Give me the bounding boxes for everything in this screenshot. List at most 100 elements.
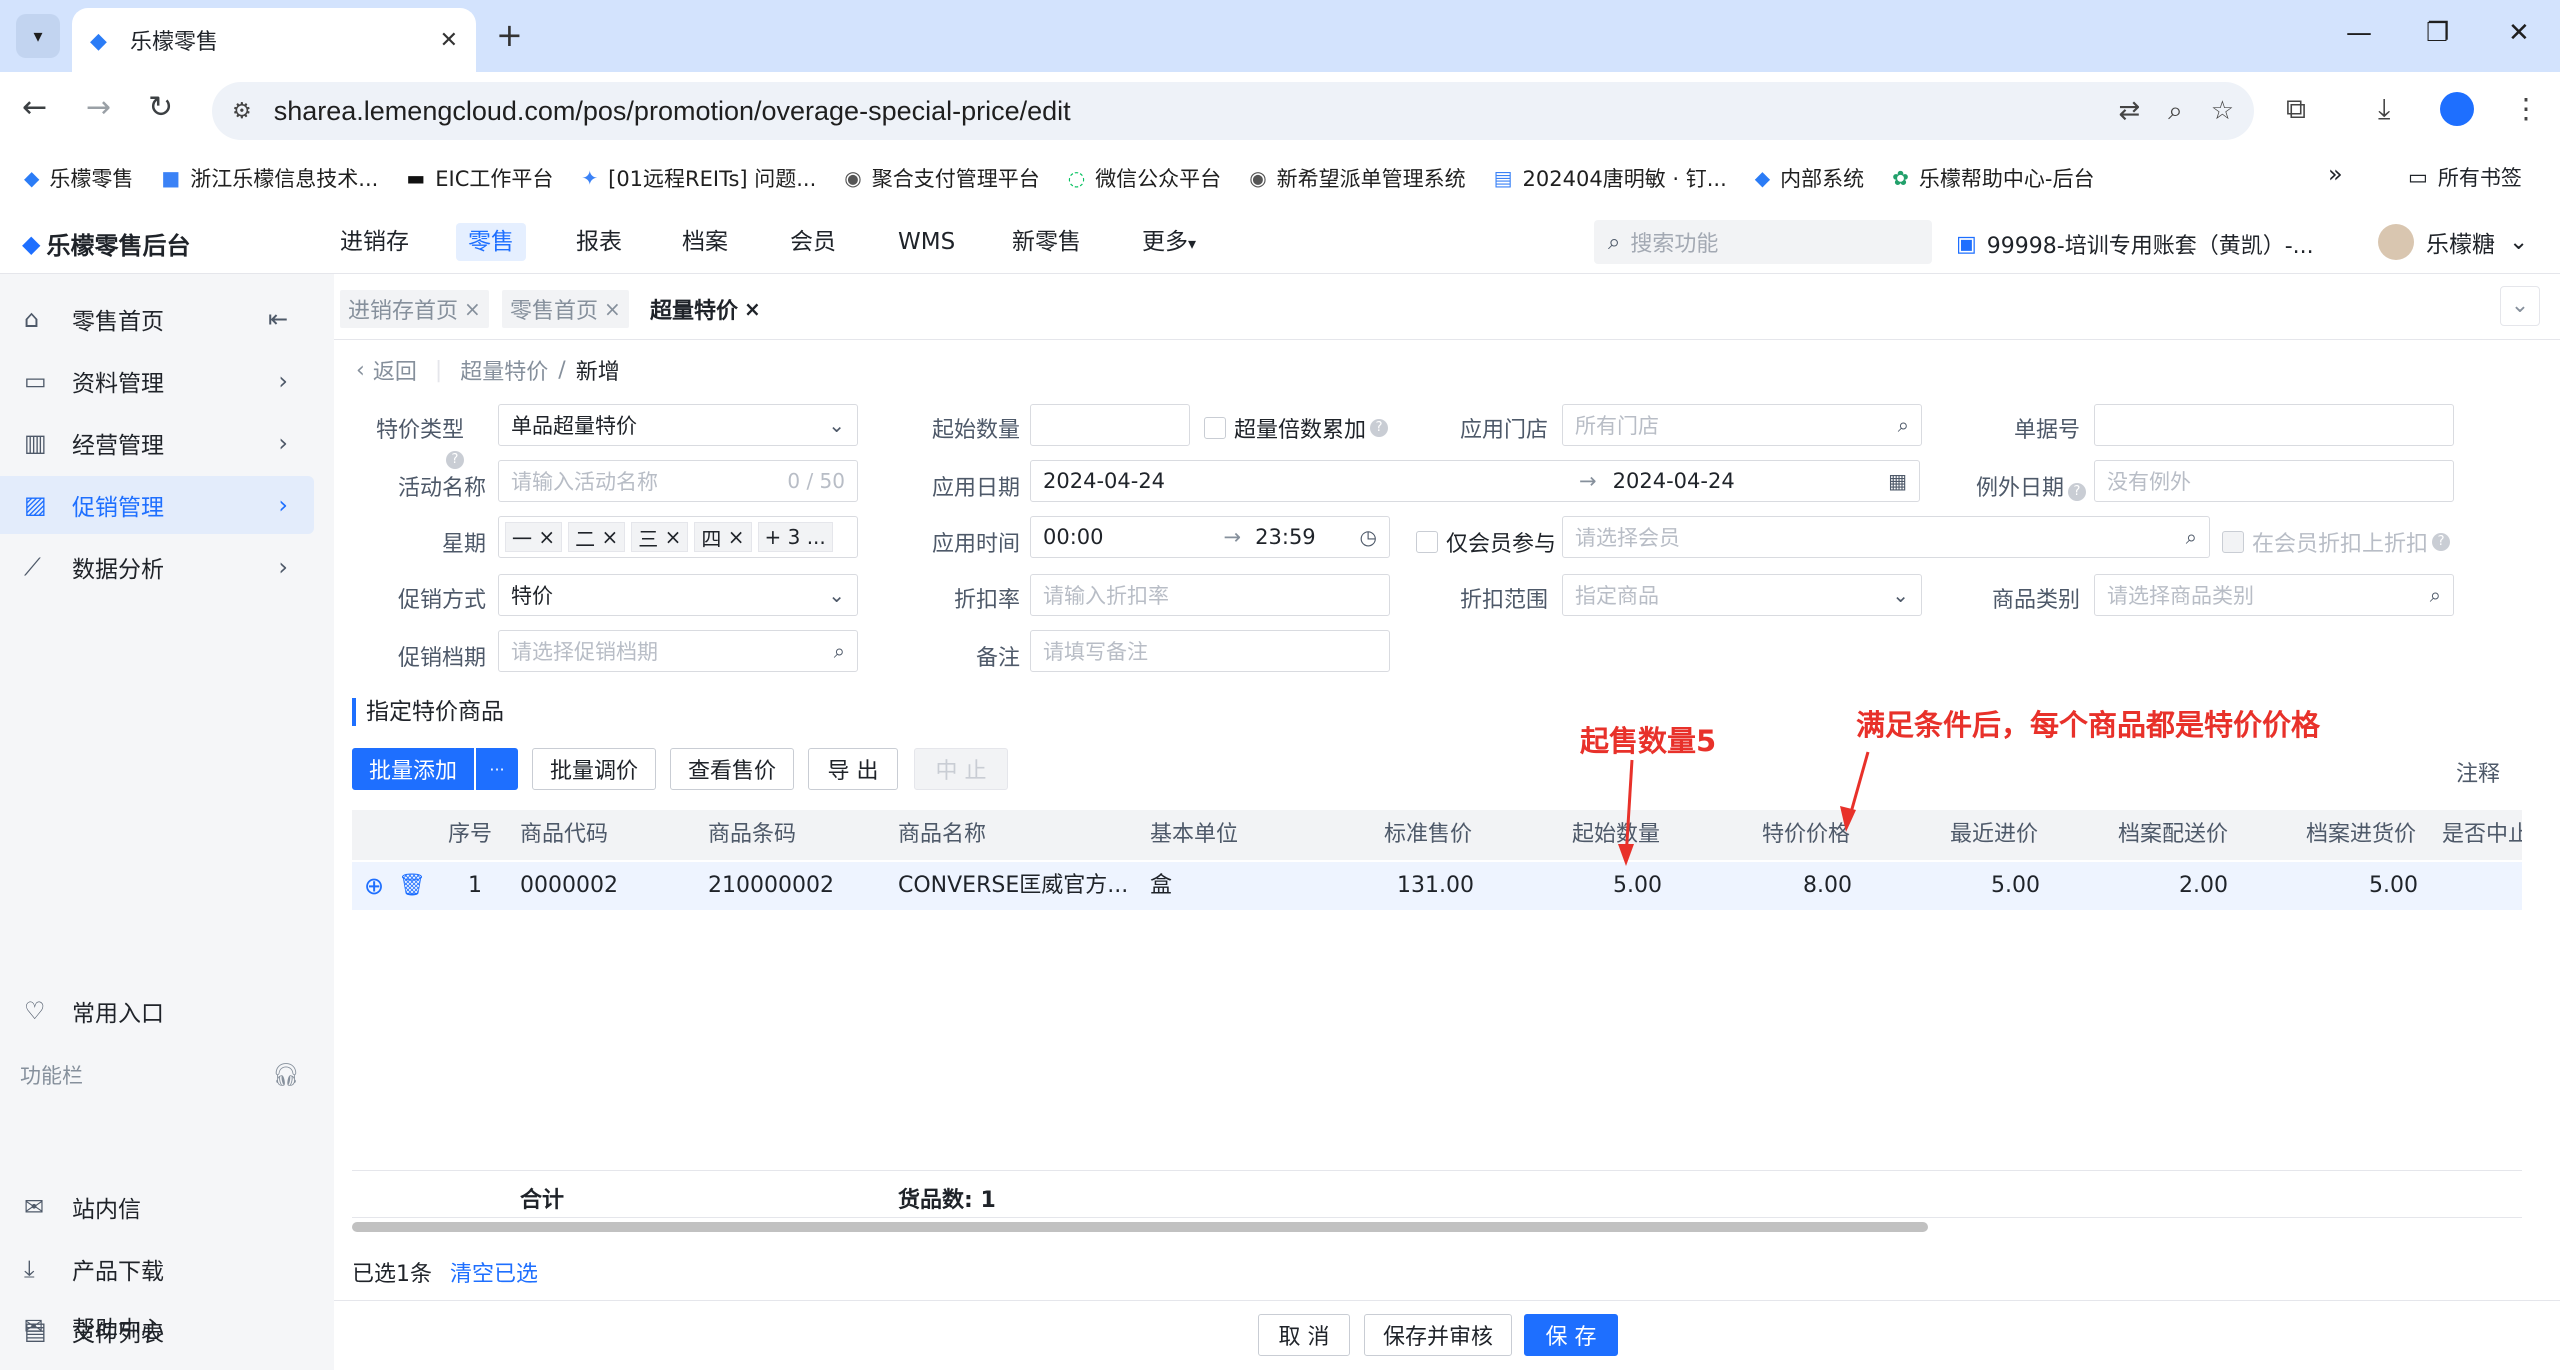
sidebar-item-messages[interactable]: ✉ 站内信 <box>0 1178 314 1236</box>
sidebar-item-data-management[interactable]: ▭ 资料管理 › <box>0 352 314 410</box>
sidebar-item-operation[interactable]: ▥ 经营管理 › <box>0 414 314 472</box>
save-review-button[interactable]: 保存并审核 <box>1364 1314 1512 1356</box>
sidebar-item-analysis[interactable]: ⟋ 数据分析 › <box>0 538 314 596</box>
collapse-icon[interactable]: ⇤ <box>268 305 288 333</box>
bookmark-item[interactable]: ◆ 乐檬零售 <box>24 163 133 193</box>
address-bar[interactable]: ⚙ sharea.lemengcloud.com/pos/promotion/o… <box>212 82 2254 140</box>
nav-more[interactable]: 更多▾ <box>1142 210 1196 274</box>
start-qty-input[interactable] <box>1030 404 1190 446</box>
discount-input[interactable]: 请输入折扣率 <box>1030 574 1390 616</box>
chevron-left-icon[interactable]: ‹ <box>356 358 365 383</box>
stop-button[interactable]: 中 止 <box>914 748 1008 790</box>
bookmark-item[interactable]: ◆ 内部系统 <box>1755 163 1864 193</box>
batch-add-more-button[interactable]: ··· <box>476 748 518 790</box>
sidebar-item-common-entry[interactable]: ♡ 常用入口 <box>0 982 314 1040</box>
download-icon[interactable]: ⤓ <box>2378 92 2390 126</box>
cancel-button[interactable]: 取 消 <box>1258 1314 1350 1356</box>
search-icon[interactable]: ⌕ <box>1898 413 1909 437</box>
close-icon[interactable]: ✕ <box>440 28 458 53</box>
translate-icon[interactable]: ⇄ <box>2118 96 2140 126</box>
bookmark-item[interactable]: ◉ 聚合支付管理平台 <box>844 163 1039 193</box>
add-row-icon[interactable]: ⊕ <box>364 862 384 910</box>
week-select[interactable]: 一 × 二 × 三 × 四 × + 3 ... <box>498 516 858 558</box>
calendar-icon[interactable]: ▦ <box>1888 469 1907 493</box>
period-input[interactable]: 请选择促销档期 ⌕ <box>498 630 858 672</box>
menu-icon[interactable]: ⋮ <box>2512 92 2540 125</box>
more-bookmarks-icon[interactable]: » <box>2328 160 2343 188</box>
multiple-checkbox[interactable]: 超量倍数累加? <box>1204 412 1389 444</box>
search-icon[interactable]: ⌕ <box>2430 583 2441 607</box>
export-button[interactable]: 导 出 <box>808 748 898 790</box>
extensions-icon[interactable]: ⧉ <box>2286 92 2306 126</box>
tab-search-button[interactable]: ▾ <box>16 14 60 58</box>
star-icon[interactable]: ☆ <box>2211 96 2234 126</box>
sidebar-item-downloads[interactable]: ⤓ 产品下载 <box>0 1240 314 1298</box>
back-link[interactable]: 返回 <box>373 354 417 386</box>
forward-icon[interactable]: → <box>86 90 111 125</box>
bookmark-item[interactable]: ◌ 微信公众平台 <box>1068 163 1221 193</box>
time-range-input[interactable]: 00:00 → 23:59 ◷ <box>1030 516 1390 558</box>
page-tab[interactable]: 零售首页 × <box>502 290 629 328</box>
page-tab-active[interactable]: 超量特价 × <box>642 290 769 328</box>
nav-archive[interactable]: 档案 <box>682 210 728 274</box>
bookmark-item[interactable]: ✦ [01远程REITs] 问题... <box>581 163 816 193</box>
bookmark-item[interactable]: ✿ 乐檬帮助中心-后台 <box>1892 163 2094 193</box>
except-date-input[interactable]: 没有例外 <box>2094 460 2454 502</box>
minimize-button[interactable]: — <box>2346 18 2372 48</box>
function-search-input[interactable]: ⌕ 搜索功能 <box>1594 220 1932 264</box>
scope-select[interactable]: 指定商品 ⌄ <box>1562 574 1922 616</box>
restore-button[interactable]: ❐ <box>2426 18 2449 48</box>
batch-price-button[interactable]: 批量调价 <box>532 748 656 790</box>
account-selector[interactable]: ▣ 99998-培训专用账套（黄凯）-... <box>1956 228 2314 260</box>
close-icon[interactable]: × <box>744 297 761 321</box>
doc-number-input[interactable] <box>2094 404 2454 446</box>
sidebar-item-retail-home[interactable]: ⌂ 零售首页 ⇤ <box>0 290 314 348</box>
delete-row-icon[interactable]: 🗑︎ <box>398 862 426 910</box>
reload-icon[interactable]: ↻ <box>148 90 173 125</box>
note-link[interactable]: 注释 <box>2456 756 2500 788</box>
profile-avatar[interactable] <box>2440 92 2474 126</box>
nav-jinxiaocun[interactable]: 进销存 <box>340 210 409 274</box>
horizontal-scrollbar[interactable] <box>352 1222 1928 1232</box>
page-tab[interactable]: 进销存首页 × <box>340 290 489 328</box>
nav-member[interactable]: 会员 <box>790 210 836 274</box>
user-menu[interactable]: 乐檬糖 ⌄ <box>2378 224 2528 260</box>
back-icon[interactable]: ← <box>22 90 47 125</box>
member-input[interactable]: 请选择会员 ⌕ <box>1562 516 2210 558</box>
browser-tab[interactable]: ◆ 乐檬零售 ✕ <box>72 8 476 72</box>
close-icon[interactable]: × <box>464 297 481 321</box>
category-input[interactable]: 请选择商品类别 ⌕ <box>2094 574 2454 616</box>
activity-name-input[interactable]: 请输入活动名称 0 / 50 <box>498 460 858 502</box>
sidebar-item-help-center[interactable]: ✉ 帮助中心 <box>24 1310 164 1344</box>
method-select[interactable]: 特价 ⌄ <box>498 574 858 616</box>
nav-new-retail[interactable]: 新零售 <box>1012 210 1081 274</box>
clear-selection-link[interactable]: 清空已选 <box>450 1256 538 1288</box>
site-info-icon[interactable]: ⚙ <box>232 99 252 124</box>
nav-retail[interactable]: 零售 <box>456 210 526 274</box>
remark-input[interactable]: 请填写备注 <box>1030 630 1390 672</box>
close-icon[interactable]: × <box>604 297 621 321</box>
all-bookmarks[interactable]: ▭ 所有书签 <box>2408 162 2522 192</box>
nav-wms[interactable]: WMS <box>898 210 955 274</box>
nav-reports[interactable]: 报表 <box>576 210 622 274</box>
view-price-button[interactable]: 查看售价 <box>670 748 794 790</box>
search-icon[interactable]: ⌕ <box>834 639 845 663</box>
breadcrumb-parent[interactable]: 超量特价 <box>460 354 548 386</box>
sidebar-item-promotion[interactable]: ▨ 促销管理 › <box>0 476 314 534</box>
clock-icon[interactable]: ◷ <box>1360 525 1377 549</box>
store-input[interactable]: 所有门店 ⌕ <box>1562 404 1922 446</box>
type-select[interactable]: 单品超量特价 ⌄ <box>498 404 858 446</box>
date-range-input[interactable]: 2024-04-24 → 2024-04-24 ▦ <box>1030 460 1920 502</box>
member-only-checkbox[interactable]: 仅会员参与 <box>1416 526 1556 558</box>
tabs-dropdown-icon[interactable]: ⌄ <box>2500 286 2540 326</box>
zoom-icon[interactable]: ⌕ <box>2168 96 2183 127</box>
member-discount-checkbox[interactable]: 在会员折扣上折扣? <box>2222 526 2451 558</box>
search-icon[interactable]: ⌕ <box>2186 525 2197 549</box>
bookmark-item[interactable]: ■ 浙江乐檬信息技术... <box>161 163 378 193</box>
batch-add-button[interactable]: 批量添加 <box>352 748 474 790</box>
headset-icon[interactable]: 🎧︎ <box>272 1063 300 1088</box>
save-button[interactable]: 保 存 <box>1524 1314 1618 1356</box>
bookmark-item[interactable]: ◉ 新希望派单管理系统 <box>1249 163 1465 193</box>
bookmark-item[interactable]: ▬ EIC工作平台 <box>406 163 553 193</box>
bookmark-item[interactable]: ▤ 202404唐明敏 · 钉... <box>1494 163 1727 193</box>
